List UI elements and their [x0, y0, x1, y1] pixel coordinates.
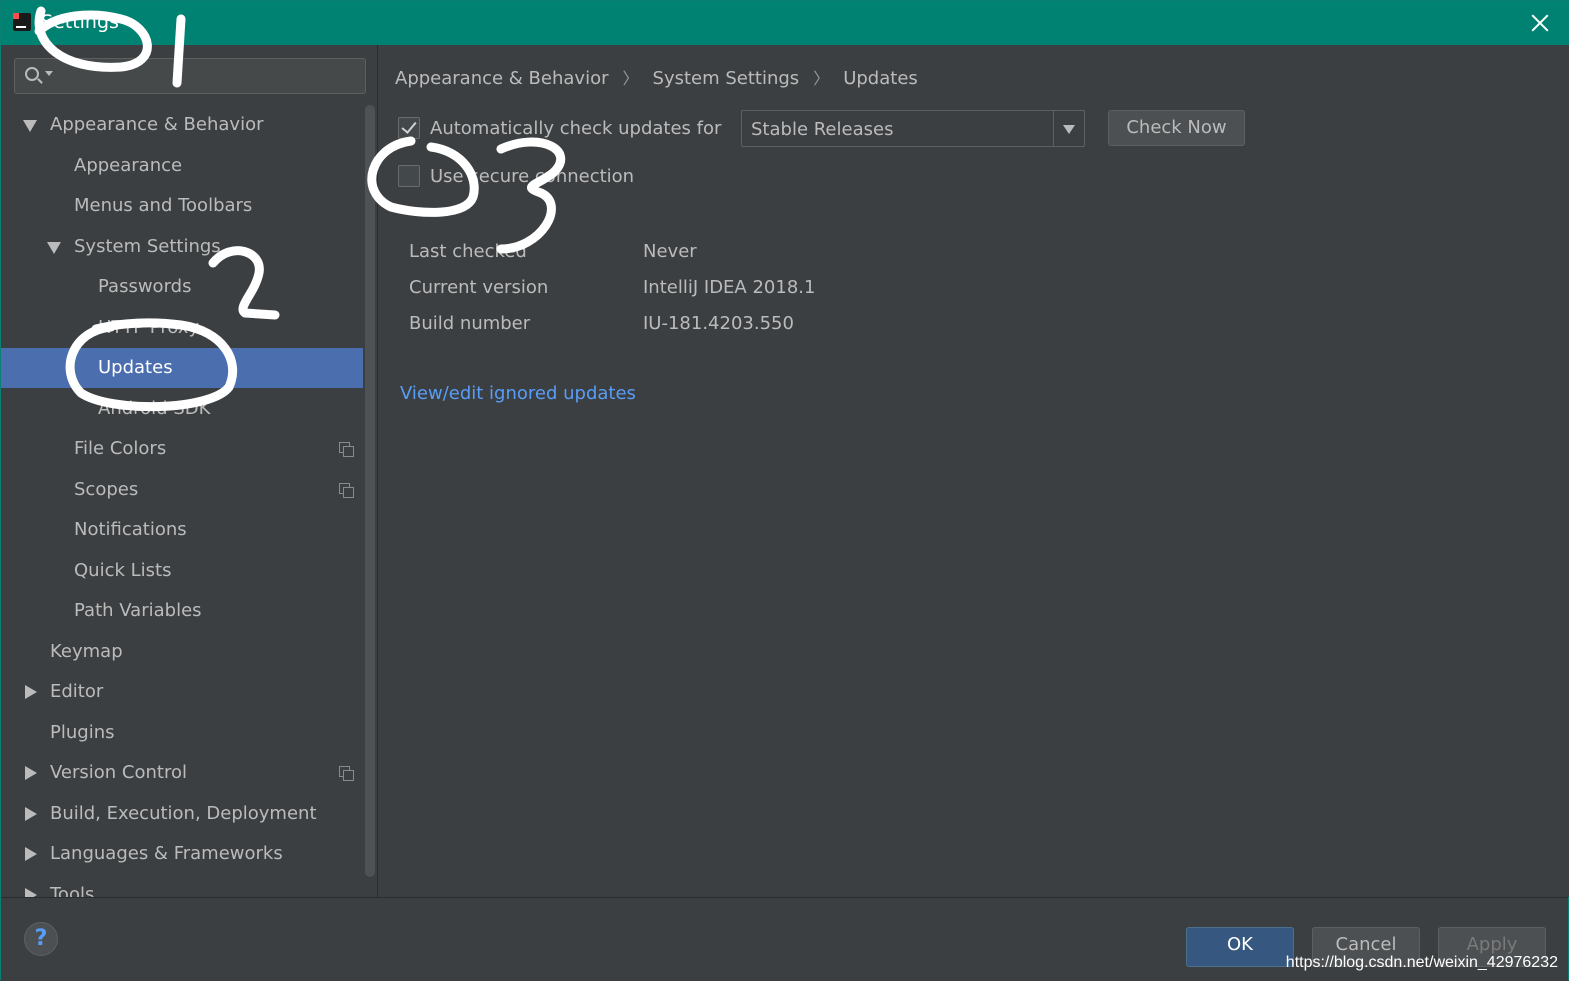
- tree-item-quick-lists[interactable]: Quick Lists: [1, 551, 363, 591]
- tree-item-label: Menus and Toolbars: [74, 195, 253, 216]
- collapsed-arrow-icon[interactable]: [25, 807, 37, 821]
- auto-check-updates-checkbox[interactable]: [398, 117, 420, 139]
- tree-item-label: File Colors: [74, 438, 167, 459]
- tree-item-appearance[interactable]: Appearance: [1, 146, 363, 186]
- breadcrumb: Appearance & Behavior 〉 System Settings 〉 Up…: [395, 65, 918, 89]
- tree-item-label: Editor: [50, 681, 104, 702]
- update-channel-select[interactable]: Stable Releases: [741, 110, 1085, 147]
- tree-item-updates[interactable]: Updates: [1, 348, 363, 388]
- collapsed-arrow-icon[interactable]: [25, 766, 37, 780]
- breadcrumb-separator-icon: 〉: [622, 69, 639, 88]
- search-options-caret-icon[interactable]: [45, 71, 53, 76]
- tree-item-editor[interactable]: Editor: [1, 672, 363, 712]
- tree-item-notifications[interactable]: Notifications: [1, 510, 363, 550]
- tree-item-label: Appearance & Behavior: [50, 114, 264, 135]
- tree-item-file-colors[interactable]: File Colors: [1, 429, 363, 469]
- tree-item-menus-toolbars[interactable]: Menus and Toolbars: [1, 186, 363, 226]
- chevron-down-icon: [1063, 125, 1075, 134]
- tree-item-http-proxy[interactable]: HTTP Proxy: [1, 308, 363, 348]
- close-icon[interactable]: [1526, 9, 1554, 37]
- intellij-app-icon: [13, 13, 31, 31]
- tree-item-plugins[interactable]: Plugins: [1, 713, 363, 753]
- project-copy-icon: [339, 766, 354, 781]
- tree-item-version-control[interactable]: Version Control: [1, 753, 363, 793]
- breadcrumb-separator-icon: 〉: [813, 69, 830, 88]
- tree-item-scopes[interactable]: Scopes: [1, 470, 363, 510]
- project-copy-icon: [339, 442, 354, 457]
- search-icon[interactable]: [25, 67, 39, 81]
- dropdown-button[interactable]: [1053, 111, 1084, 146]
- tree-item-label: System Settings: [74, 236, 221, 257]
- tree-item-appearance-behavior[interactable]: Appearance & Behavior: [1, 105, 363, 145]
- tree-item-label: Plugins: [50, 722, 115, 743]
- settings-tree: Appearance & Behavior Appearance Menus a…: [1, 105, 363, 897]
- project-copy-icon: [339, 483, 354, 498]
- expanded-arrow-icon[interactable]: [47, 242, 61, 254]
- tree-item-label: Version Control: [50, 762, 187, 783]
- last-checked-label: Last checked: [409, 241, 527, 262]
- expanded-arrow-icon[interactable]: [23, 120, 37, 132]
- secure-connection-checkbox[interactable]: [398, 165, 420, 187]
- tree-item-label: Appearance: [74, 155, 183, 176]
- breadcrumb-item: Appearance & Behavior: [395, 68, 609, 89]
- tree-item-label: Android SDK: [98, 398, 211, 419]
- ok-button[interactable]: OK: [1186, 927, 1294, 967]
- tree-item-label: Scopes: [74, 479, 139, 500]
- settings-sidebar: Appearance & Behavior Appearance Menus a…: [1, 45, 378, 897]
- sidebar-scrollbar[interactable]: [365, 105, 375, 877]
- tree-item-languages-frameworks[interactable]: Languages & Frameworks: [1, 834, 363, 874]
- tree-item-path-variables[interactable]: Path Variables: [1, 591, 363, 631]
- tree-item-keymap[interactable]: Keymap: [1, 632, 363, 672]
- last-checked-value: Never: [643, 241, 697, 262]
- breadcrumb-item: Updates: [843, 68, 918, 89]
- tree-item-label: Notifications: [74, 519, 187, 540]
- window-title: Settings: [41, 11, 119, 33]
- tree-item-label: Path Variables: [74, 600, 202, 621]
- check-now-button[interactable]: Check Now: [1108, 110, 1245, 146]
- watermark: https://blog.csdn.net/weixin_42976232: [1285, 954, 1558, 971]
- search-input[interactable]: [59, 63, 359, 89]
- collapsed-arrow-icon[interactable]: [25, 888, 37, 897]
- tree-item-passwords[interactable]: Passwords: [1, 267, 363, 307]
- tree-item-label: Keymap: [50, 641, 123, 662]
- build-number-value: IU-181.4203.550: [643, 313, 794, 334]
- tree-item-android-sdk[interactable]: Android SDK: [1, 389, 363, 429]
- secure-connection-label: Use secure connection: [430, 166, 635, 187]
- breadcrumb-item: System Settings: [652, 68, 800, 89]
- tree-item-label: HTTP Proxy: [98, 317, 200, 338]
- dialog-footer: ? OK Cancel Apply https://blog.csdn.net/…: [1, 897, 1568, 980]
- tree-item-label: Build, Execution, Deployment: [50, 803, 317, 824]
- current-version-value: IntelliJ IDEA 2018.1: [643, 277, 816, 298]
- tree-item-label: Quick Lists: [74, 560, 172, 581]
- search-box[interactable]: [14, 58, 366, 94]
- help-icon[interactable]: ?: [24, 922, 58, 956]
- collapsed-arrow-icon[interactable]: [25, 847, 37, 861]
- tree-item-label: Updates: [98, 357, 173, 378]
- tree-item-label: Passwords: [98, 276, 192, 297]
- current-version-label: Current version: [409, 277, 549, 298]
- tree-item-label: Languages & Frameworks: [50, 843, 283, 864]
- view-ignored-updates-link[interactable]: View/edit ignored updates: [400, 383, 636, 404]
- tree-item-build-execution-deployment[interactable]: Build, Execution, Deployment: [1, 794, 363, 834]
- auto-check-updates-label: Automatically check updates for: [430, 118, 722, 139]
- tree-item-system-settings[interactable]: System Settings: [1, 227, 363, 267]
- updates-panel: Appearance & Behavior 〉 System Settings 〉 Up…: [379, 45, 1569, 897]
- settings-window: Settings Appearance & Behavior Appearanc…: [0, 0, 1569, 980]
- title-bar: Settings: [1, 1, 1568, 45]
- build-number-label: Build number: [409, 313, 531, 334]
- tree-item-tools[interactable]: Tools: [1, 875, 363, 897]
- tree-item-label: Tools: [50, 884, 95, 897]
- update-channel-value: Stable Releases: [751, 119, 894, 140]
- collapsed-arrow-icon[interactable]: [25, 685, 37, 699]
- checkmark-icon: [401, 118, 417, 134]
